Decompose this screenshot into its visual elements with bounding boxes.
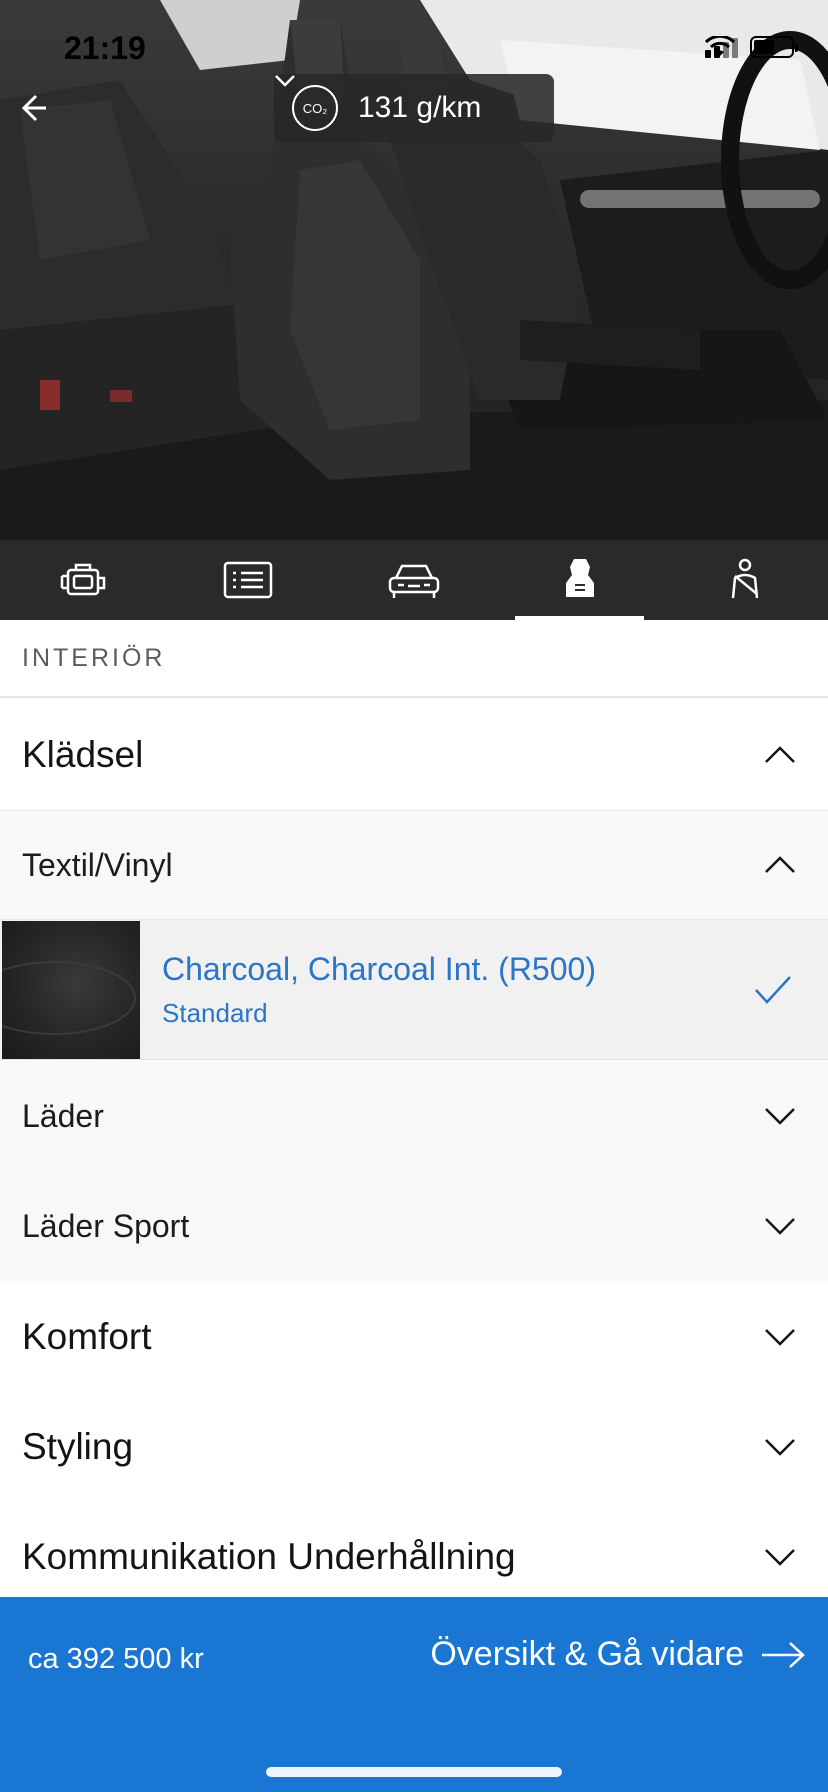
category-upholstery[interactable]: Klädsel [0, 700, 828, 810]
engine-icon [60, 563, 106, 596]
category-tab-bar [0, 540, 828, 620]
checkout-bar: ca 392 500 kr Översikt & Gå vidare [0, 1597, 828, 1792]
chevron-down-icon [765, 1549, 795, 1566]
car-front-icon [388, 564, 440, 598]
category-communication-label: Kommunikation Underhållning [22, 1536, 516, 1577]
category-communication[interactable]: Kommunikation Underhållning [0, 1502, 828, 1612]
option-tag: Standard [162, 997, 268, 1028]
arrow-right-icon [762, 1641, 805, 1668]
chevron-down-icon [765, 1439, 795, 1456]
tab-interior[interactable] [497, 540, 663, 620]
wifi-icon [705, 36, 735, 56]
total-price: ca 392 500 kr [28, 1643, 204, 1675]
tab-engine[interactable] [0, 540, 166, 620]
subcategory-textile-vinyl[interactable]: Textil/Vinyl [0, 810, 828, 920]
chevron-down-icon [765, 1108, 795, 1125]
status-bar-icons [705, 36, 798, 58]
chevron-up-icon [765, 746, 795, 763]
category-upholstery-label: Klädsel [22, 734, 144, 775]
seatbelt-icon [731, 558, 759, 599]
overview-continue-button[interactable]: Översikt & Gå vidare [430, 1635, 806, 1674]
subcategory-leather-sport-label: Läder Sport [22, 1207, 190, 1244]
battery-icon [750, 36, 798, 58]
upholstery-swatch-image [2, 920, 140, 1059]
category-comfort[interactable]: Komfort [0, 1282, 828, 1392]
tab-exterior[interactable] [331, 540, 497, 620]
upholstery-option-charcoal[interactable]: Charcoal, Charcoal Int. (R500) Standard [0, 920, 828, 1060]
co2-emission-selector[interactable]: CO₂ 131 g/km [274, 74, 554, 142]
option-name: Charcoal, Charcoal Int. (R500) [162, 950, 596, 987]
hero-interior-image: 21:19 CO₂ 131 g/km [0, 0, 828, 540]
subcategory-leather-label: Läder [22, 1097, 104, 1134]
tab-safety[interactable] [662, 540, 828, 620]
co2-value: 131 g/km [358, 91, 482, 124]
section-title: INTERIÖR [0, 620, 828, 698]
home-indicator [266, 1767, 562, 1777]
overview-continue-label: Översikt & Gå vidare [430, 1635, 744, 1673]
subcategory-leather[interactable]: Läder [0, 1061, 828, 1171]
chevron-up-icon [765, 856, 795, 873]
category-styling[interactable]: Styling [0, 1392, 828, 1502]
seat-icon [565, 559, 594, 597]
chevron-down-icon [765, 1218, 795, 1235]
list-icon [224, 561, 273, 599]
chevron-down-icon [275, 75, 295, 87]
chevron-down-icon [765, 1329, 795, 1346]
subcategory-leather-sport[interactable]: Läder Sport [0, 1171, 828, 1281]
co2-icon: CO₂ [292, 85, 338, 131]
category-styling-label: Styling [22, 1426, 134, 1467]
status-bar-time: 21:19 [64, 30, 146, 66]
subcategory-textile-vinyl-label: Textil/Vinyl [22, 846, 173, 883]
tab-specification-list[interactable] [166, 540, 332, 620]
back-arrow-icon [21, 94, 46, 122]
back-button[interactable] [20, 92, 60, 132]
checkmark-icon [755, 975, 791, 1004]
category-comfort-label: Komfort [22, 1316, 152, 1357]
